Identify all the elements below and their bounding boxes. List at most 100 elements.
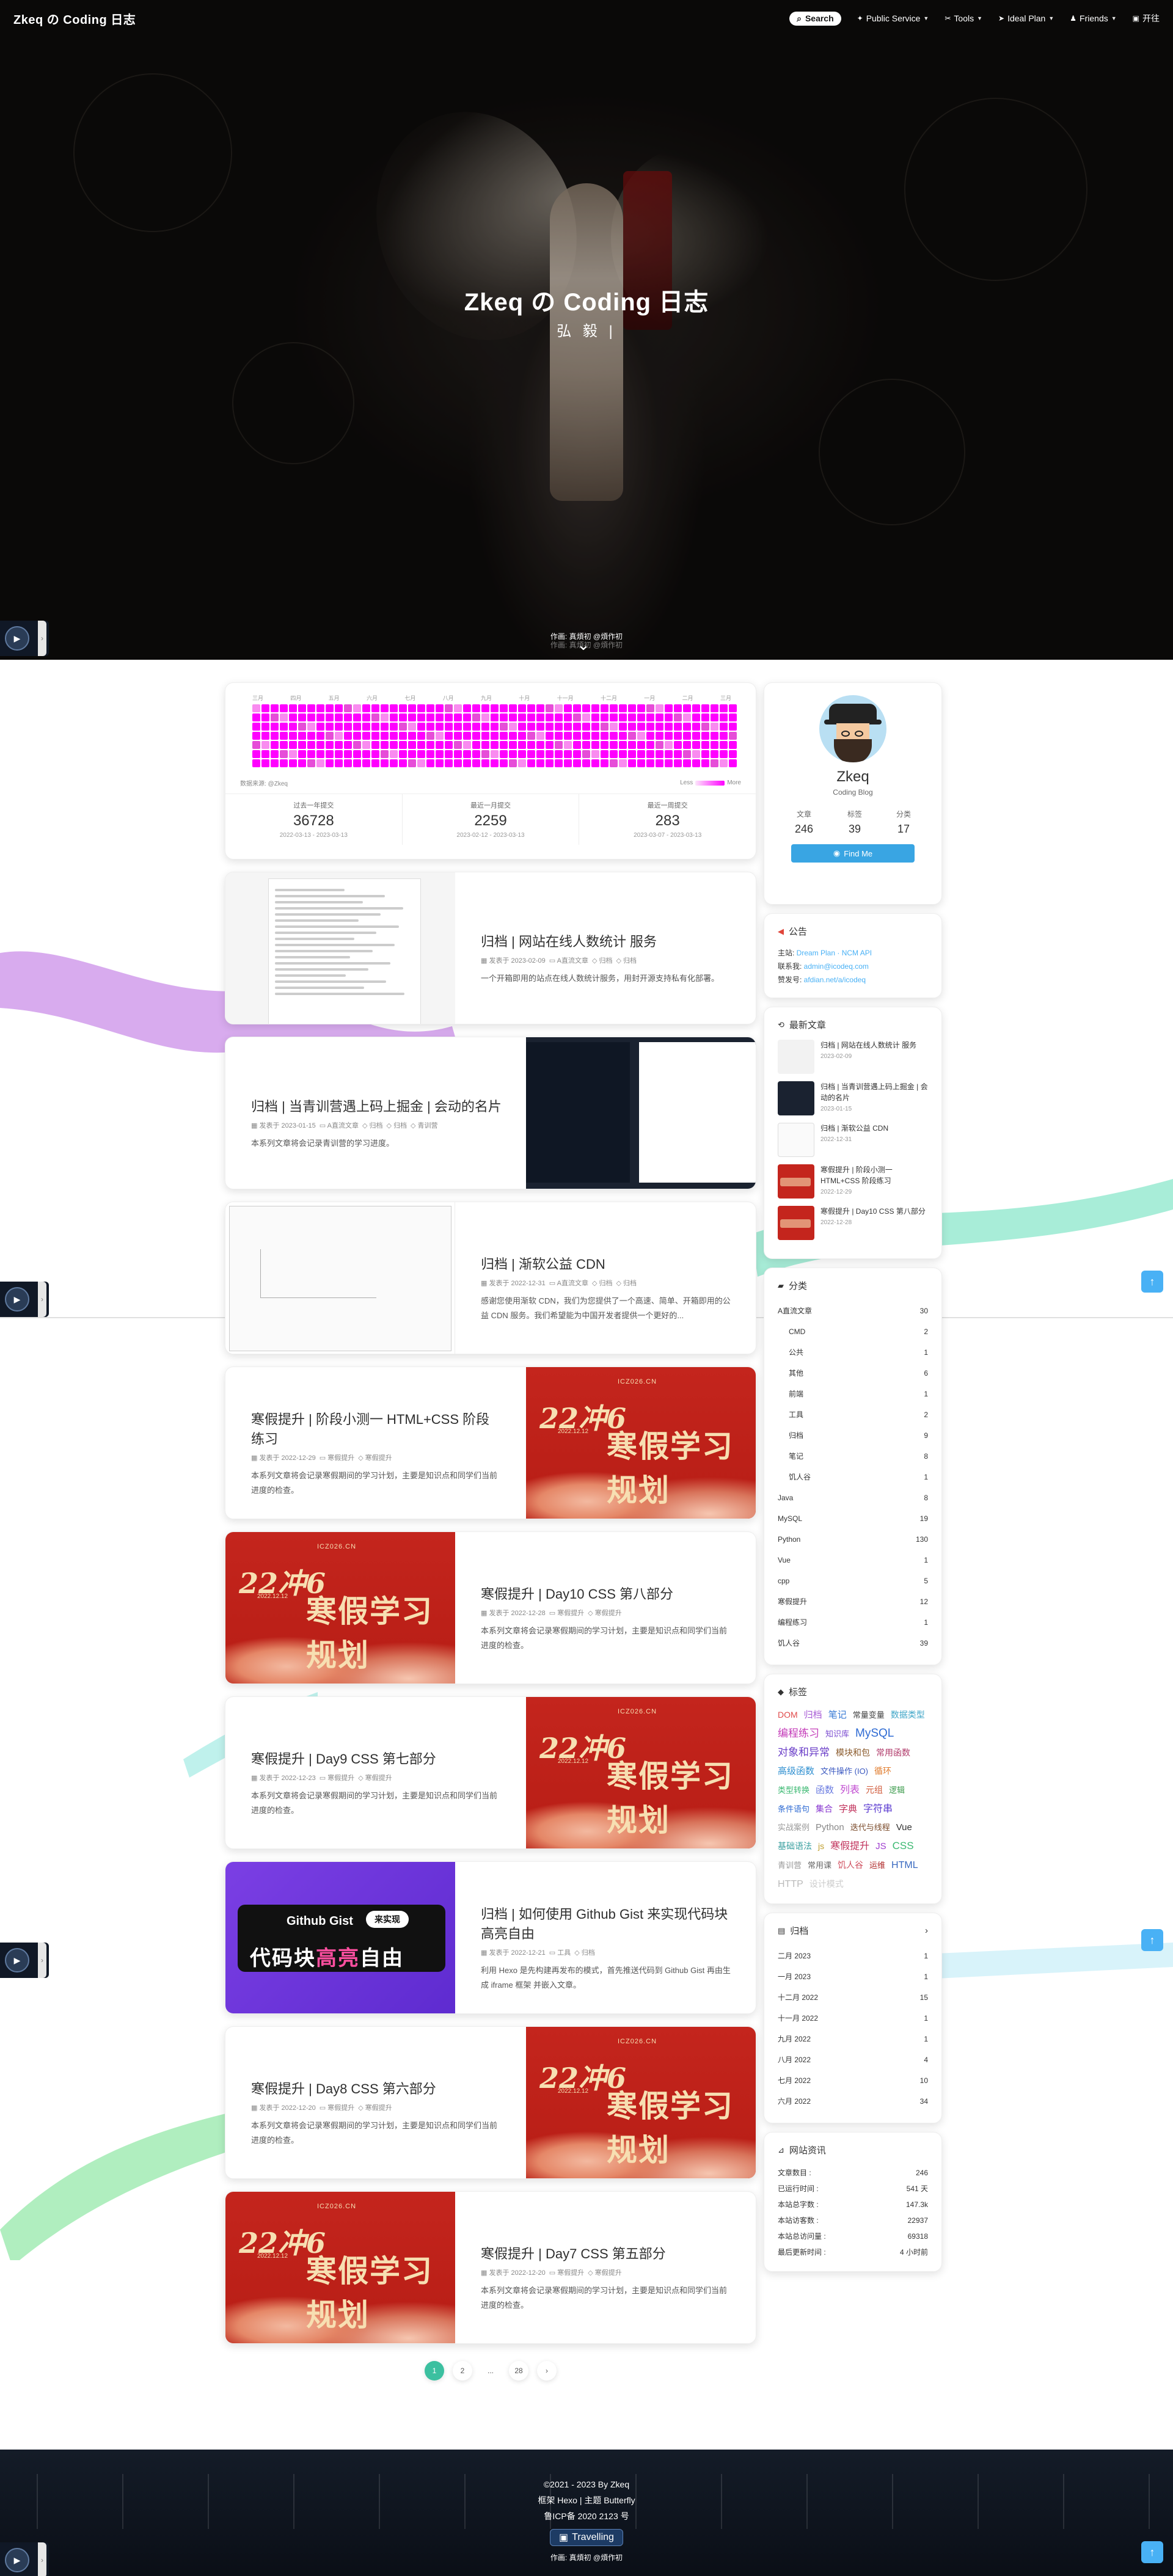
tag-link[interactable]: 寒假提升 [830,1839,869,1855]
post-title-link[interactable]: 寒假提升 | Day7 CSS 第五部分 [481,2244,733,2264]
recent-post-item[interactable]: 归档 | 渐软公益 CDN 2022-12-31 [778,1123,928,1157]
post-meta-link[interactable]: ▭ 工具 [549,1947,571,1957]
post-cover-image[interactable]: Github Gist 来实现 代码块高亮自由 [225,1862,455,2013]
back-to-top-button[interactable]: ↑ [1141,2541,1163,2563]
back-to-top-button[interactable]: ↑ [1141,1929,1163,1951]
recent-post-thumbnail[interactable] [778,1040,814,1074]
music-player-toggle[interactable]: ▶ › [0,1943,49,1978]
post-cover-image[interactable] [526,1037,756,1189]
post-cover-image[interactable]: ICZ026.CN 22冲6 2022.12.12 寒假学习规划 [225,2192,455,2343]
recent-post-thumbnail[interactable] [778,1123,814,1157]
tag-link[interactable]: CSS [893,1838,914,1854]
post-meta-link[interactable]: ◇ 归档 [616,1278,637,1288]
post-meta-link[interactable]: ◇ 归档 [574,1947,595,1957]
post-cover-image[interactable]: ICZ026.CN 22冲6 2022.12.12 寒假学习规划 [526,1697,756,1848]
tag-link[interactable]: 运维 [869,1858,885,1874]
tag-link[interactable]: Vue [896,1820,912,1836]
post-title-link[interactable]: 归档 | 当青训营遇上码上掘金 | 会动的名片 [251,1097,503,1117]
articles-count-link[interactable]: 文章 246 [795,809,813,836]
tag-link[interactable]: 类型转换 [778,1782,809,1798]
tag-link[interactable]: 条件语句 [778,1801,809,1817]
tag-link[interactable]: 归档 [804,1707,822,1723]
tag-link[interactable]: 设计模式 [809,1876,844,1892]
tag-link[interactable]: JS [875,1839,886,1855]
post-title-link[interactable]: 寒假提升 | Day10 CSS 第八部分 [481,1585,733,1604]
menu-friends[interactable]: ♟ Friends ▼ [1070,13,1116,23]
category-item[interactable]: 工具 2 [778,1404,928,1425]
tag-link[interactable]: 字典 [839,1801,857,1817]
category-item[interactable]: A直流文章 30 [778,1301,928,1321]
page-1-button[interactable]: 1 [425,2361,444,2381]
post-cover-image[interactable]: ICZ026.CN 22冲6 2022.12.12 寒假学习规划 [526,2027,756,2178]
post-meta-link[interactable]: ▭ 寒假提升 [549,2268,584,2277]
post-meta-link[interactable]: ◇ 寒假提升 [588,2268,622,2277]
tag-link[interactable]: MySQL [855,1726,894,1742]
tag-link[interactable]: 知识库 [825,1726,849,1742]
post-title-link[interactable]: 寒假提升 | Day9 CSS 第七部分 [251,1750,503,1769]
page-2-button[interactable]: 2 [453,2361,472,2381]
archive-item[interactable]: 七月 2022 10 [778,2070,928,2091]
tags-count-link[interactable]: 标签 39 [847,809,862,836]
tag-link[interactable]: 字符串 [863,1801,893,1817]
tag-link[interactable]: 集合 [816,1801,833,1817]
category-item[interactable]: Python 130 [778,1529,928,1550]
category-item[interactable]: 饥人谷 1 [778,1467,928,1487]
category-item[interactable]: Vue 1 [778,1550,928,1571]
tag-link[interactable]: js [818,1838,824,1854]
tag-link[interactable]: 基础语法 [778,1838,812,1854]
recent-post-title[interactable]: 寒假提升 | Day10 CSS 第八部分 [820,1206,926,1217]
tag-link[interactable]: 常用函数 [876,1745,910,1761]
archive-item[interactable]: 九月 2022 1 [778,2029,928,2049]
post-cover-image[interactable] [225,872,455,1024]
category-item[interactable]: 笔记 8 [778,1446,928,1467]
post-meta-link[interactable]: ◇ 归档 [386,1120,407,1130]
tag-link[interactable]: 实战案例 [778,1820,809,1836]
announcement-link[interactable]: afdian.net/a/icodeq [804,976,866,984]
post-meta-link[interactable]: ◇ 归档 [362,1120,383,1130]
tag-link[interactable]: HTTP [778,1877,803,1892]
chevron-right-icon[interactable]: › [925,1925,928,1936]
category-item[interactable]: 饥人谷 39 [778,1633,928,1654]
archive-item[interactable]: 十一月 2022 1 [778,2008,928,2029]
tag-link[interactable]: Python [816,1820,844,1836]
tag-link[interactable]: 逻辑 [889,1782,905,1798]
tag-link[interactable]: 列表 [840,1782,860,1798]
archive-item[interactable]: 十二月 2022 15 [778,1987,928,2008]
tag-link[interactable]: 循环 [874,1763,891,1779]
categories-count-link[interactable]: 分类 17 [896,809,911,836]
tag-link[interactable]: 函数 [816,1782,834,1798]
avatar[interactable] [819,695,886,762]
recent-post-title[interactable]: 归档 | 当青训营遇上码上掘金 | 会动的名片 [820,1081,928,1103]
archive-item[interactable]: 六月 2022 34 [778,2091,928,2112]
post-meta-link[interactable]: ▭ 寒假提升 [320,1453,354,1462]
post-meta-link[interactable]: ◇ 寒假提升 [358,2103,392,2112]
post-meta-link[interactable]: ▭ 寒假提升 [549,1608,584,1618]
menu-public-service[interactable]: ✦ Public Service ▼ [857,13,929,23]
search-button[interactable]: ⌕ Search [789,11,841,26]
post-meta-link[interactable]: ▭ 寒假提升 [320,2103,354,2112]
post-cover-image[interactable]: ICZ026.CN 22冲6 2022.12.12 寒假学习规划 [526,1367,756,1519]
post-meta-link[interactable]: ◇ 寒假提升 [588,1608,622,1618]
recent-post-item[interactable]: 归档 | 网站在线人数统计 服务 2023-02-09 [778,1040,928,1074]
category-item[interactable]: 编程练习 1 [778,1612,928,1633]
post-meta-link[interactable]: ◇ 归档 [616,955,637,965]
page-28-button[interactable]: 28 [509,2361,528,2381]
category-item[interactable]: CMD 2 [778,1321,928,1342]
footer-icp[interactable]: 鲁ICP备 2020 2123 号 [0,2508,1173,2524]
music-player-toggle[interactable]: ▶ › [0,1282,49,1317]
post-cover-image[interactable]: ICZ026.CN 22冲6 2022.12.12 寒假学习规划 [225,1532,455,1684]
tag-link[interactable]: 文件操作 (IO) [820,1764,868,1779]
recent-post-thumbnail[interactable] [778,1081,814,1115]
post-meta-link[interactable]: ◇ 寒假提升 [358,1773,392,1782]
tag-link[interactable]: 迭代与线程 [850,1820,890,1836]
tag-link[interactable]: 常用课 [808,1858,831,1874]
post-meta-link[interactable]: ◇ 青训营 [411,1120,438,1130]
category-item[interactable]: 公共 1 [778,1342,928,1363]
recent-post-title[interactable]: 归档 | 网站在线人数统计 服务 [820,1040,916,1051]
post-meta-link[interactable]: ◇ 寒假提升 [358,1453,392,1462]
tag-link[interactable]: 数据类型 [891,1707,925,1723]
scroll-down-icon[interactable]: ⌄ [577,635,590,654]
find-me-button[interactable]: ◉ Find Me [791,844,915,863]
travelling-button[interactable]: ▣ Travelling [550,2529,623,2546]
post-cover-image[interactable] [225,1202,455,1354]
